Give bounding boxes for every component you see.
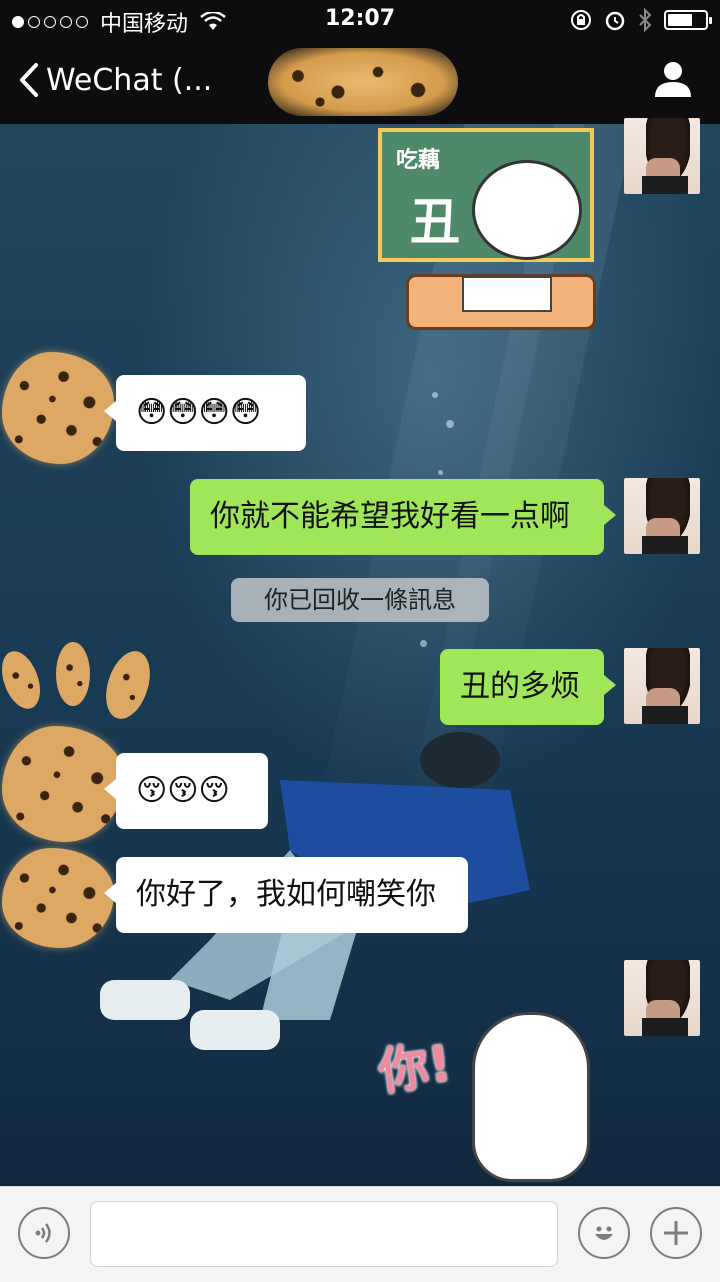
water-bubble xyxy=(432,392,438,398)
orientation-lock-icon xyxy=(571,10,591,30)
recall-notice: 你已回收一條訊息 xyxy=(231,578,489,622)
message-text: 你好了，我如何嘲笑你 xyxy=(136,877,436,912)
incoming-message[interactable]: 😳😳😳😳 xyxy=(104,375,306,451)
message-text: 你就不能希望我好看一点啊 xyxy=(210,499,570,534)
nav-bar: WeChat (... xyxy=(0,40,720,124)
bear-icon xyxy=(472,1012,590,1182)
sticker-teacher-bear[interactable]: 吃藕 丑 xyxy=(376,126,600,346)
board-text-top: 吃藕 xyxy=(396,148,441,173)
voice-button[interactable] xyxy=(18,1207,70,1259)
incoming-message[interactable]: 😚😚😚 xyxy=(104,753,268,829)
water-bubble xyxy=(420,640,427,647)
emoji-button[interactable] xyxy=(578,1207,630,1259)
back-label: WeChat (... xyxy=(46,62,213,98)
bluetooth-icon xyxy=(639,8,652,32)
paw-decoration xyxy=(56,642,90,706)
my-avatar[interactable] xyxy=(624,960,700,1036)
my-avatar[interactable] xyxy=(624,118,700,194)
battery-icon xyxy=(664,10,712,30)
bear-icon xyxy=(472,160,582,260)
my-avatar[interactable] xyxy=(624,478,700,554)
back-button[interactable]: WeChat (... xyxy=(18,62,212,98)
emoji-icon xyxy=(595,1226,613,1240)
emoji-content: 😳😳😳😳 xyxy=(136,395,262,430)
input-bar xyxy=(0,1186,720,1282)
outgoing-message[interactable]: 丑的多烦 xyxy=(440,649,616,725)
voice-icon xyxy=(35,1223,51,1243)
water-bubble xyxy=(446,420,454,428)
emoji-content: 😚😚😚 xyxy=(136,773,230,808)
sticker-pointing-bear[interactable]: 你! xyxy=(372,1008,592,1188)
chat-info-button[interactable] xyxy=(654,60,692,102)
board-text-main: 丑 xyxy=(410,193,460,251)
more-button[interactable] xyxy=(650,1207,702,1259)
plus-icon xyxy=(664,1221,688,1245)
outgoing-message[interactable]: 你就不能希望我好看一点啊 xyxy=(190,479,616,555)
status-bar: 中国移动 12:07 xyxy=(0,0,720,40)
water-bubble xyxy=(438,470,443,475)
alarm-icon xyxy=(605,11,625,31)
message-text: 丑的多烦 xyxy=(460,669,580,704)
incoming-message[interactable]: 你好了，我如何嘲笑你 xyxy=(104,857,468,933)
book-icon xyxy=(462,276,552,312)
person-icon xyxy=(655,62,691,97)
my-avatar[interactable] xyxy=(624,648,700,724)
chat-title-redacted xyxy=(268,48,458,116)
chevron-left-icon xyxy=(20,63,38,97)
message-input[interactable] xyxy=(90,1201,558,1267)
sticker-text: 你! xyxy=(374,1034,456,1102)
